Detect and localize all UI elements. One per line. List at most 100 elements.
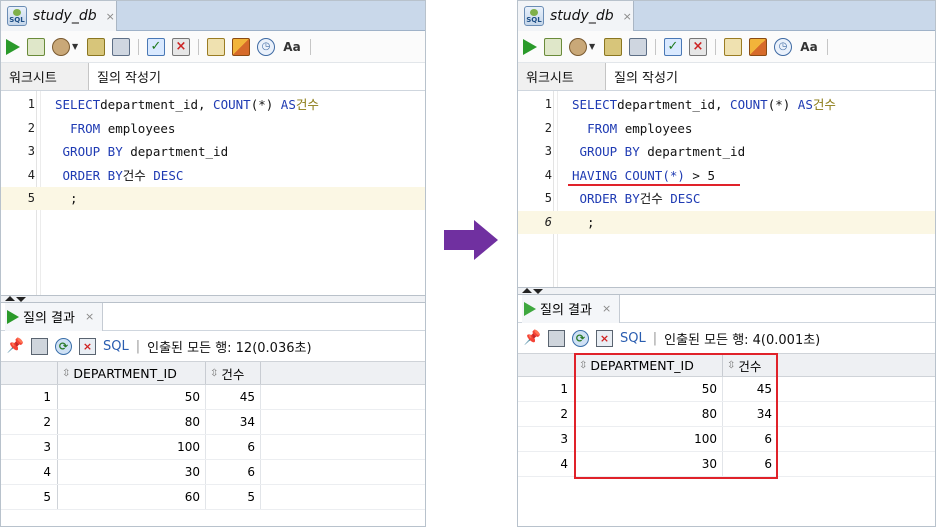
row-number-cell[interactable]: 4 (1, 460, 58, 484)
change-case-icon[interactable]: Aa (282, 38, 302, 56)
autotrace-icon[interactable]: × (689, 37, 707, 56)
code-line[interactable]: 1 SELECTdepartment_id, COUNT(*) AS건수 (518, 93, 935, 116)
commit-icon[interactable] (604, 37, 622, 56)
run-script-icon[interactable] (27, 37, 45, 56)
count-cell[interactable]: 34 (206, 410, 261, 434)
table-row[interactable]: 2 80 34 (518, 402, 935, 427)
tab-worksheet[interactable]: 워크시트 (518, 63, 606, 90)
table-row[interactable]: 4 30 6 (518, 452, 935, 477)
department-id-cell[interactable]: 100 (58, 435, 206, 459)
clear-eraser-icon[interactable] (232, 37, 250, 56)
sql-link[interactable]: SQL (620, 331, 646, 346)
table-row[interactable]: 3 100 6 (1, 435, 425, 460)
code-line[interactable]: 6 ; (518, 210, 935, 234)
row-number-cell[interactable]: 1 (1, 385, 58, 409)
tab-worksheet[interactable]: 워크시트 (1, 63, 89, 90)
tab-query-builder[interactable]: 질의 작성기 (606, 63, 692, 90)
study-db-tab[interactable]: SQL study_db × (518, 1, 634, 31)
code-line[interactable]: 2 FROM employees (518, 117, 935, 140)
close-tab-icon[interactable]: × (106, 10, 115, 23)
rollback-icon[interactable] (629, 37, 647, 56)
row-number-cell[interactable]: 4 (518, 452, 575, 476)
department-id-cell[interactable]: 50 (58, 385, 206, 409)
sql-tuning-icon[interactable] (207, 37, 225, 56)
explain-plan-icon[interactable]: ✓ (664, 37, 682, 56)
explain-plan-icon[interactable]: ✓ (147, 37, 165, 56)
run-statement-icon[interactable] (523, 38, 537, 55)
delete-icon[interactable]: × (79, 337, 96, 355)
count-cell[interactable]: 6 (723, 427, 778, 451)
run-script-icon[interactable] (544, 37, 562, 56)
count-cell[interactable]: 6 (206, 460, 261, 484)
refresh-icon[interactable]: ⟳ (572, 329, 589, 347)
change-case-icon[interactable]: Aa (799, 38, 819, 56)
chevron-down-icon[interactable]: ▼ (72, 42, 80, 51)
tab-query-result[interactable]: 질의 결과 × (5, 302, 104, 331)
result-grid[interactable]: ⇳ DEPARTMENT_ID ⇳ 건수 1 50 45 2 80 34 3 100 6 4 30 6… (1, 361, 425, 510)
column-header-department-id[interactable]: ⇳ DEPARTMENT_ID (58, 362, 206, 384)
pin-icon[interactable]: 📌 (524, 330, 541, 347)
department-id-cell[interactable]: 80 (58, 410, 206, 434)
code-line[interactable]: 3 GROUP BY department_id (1, 140, 425, 163)
code-line[interactable]: 5 ORDER BY건수 DESC (518, 187, 935, 210)
count-cell[interactable]: 34 (723, 402, 778, 426)
close-tab-icon[interactable]: × (85, 310, 94, 323)
pane-splitter[interactable] (518, 287, 935, 295)
clear-eraser-icon[interactable] (749, 37, 767, 56)
row-number-cell[interactable]: 1 (518, 377, 575, 401)
tab-query-result[interactable]: 질의 결과 × (522, 294, 621, 323)
run-statement-icon[interactable] (6, 38, 20, 55)
table-row[interactable]: 1 50 45 (518, 377, 935, 402)
count-cell[interactable]: 6 (723, 452, 778, 476)
commit-icon[interactable] (87, 37, 105, 56)
refresh-icon[interactable]: ⟳ (55, 337, 72, 355)
column-header-department-id[interactable]: ⇳ DEPARTMENT_ID (575, 354, 723, 376)
pin-icon[interactable]: 📌 (7, 338, 24, 355)
sql-history-clock-icon[interactable]: ◷ (257, 37, 275, 56)
code-line[interactable]: 2 FROM employees (1, 117, 425, 140)
count-cell[interactable]: 6 (206, 435, 261, 459)
row-number-cell[interactable]: 3 (1, 435, 58, 459)
table-row[interactable]: 5 60 5 (1, 485, 425, 510)
department-id-cell[interactable]: 80 (575, 402, 723, 426)
count-cell[interactable]: 5 (206, 485, 261, 509)
sql-history-clock-icon[interactable]: ◷ (774, 37, 792, 56)
table-row[interactable]: 4 30 6 (1, 460, 425, 485)
column-header-count[interactable]: ⇳ 건수 (206, 362, 261, 384)
column-header-count[interactable]: ⇳ 건수 (723, 354, 778, 376)
count-cell[interactable]: 45 (206, 385, 261, 409)
chevron-down-icon[interactable]: ▼ (589, 42, 597, 51)
row-number-cell[interactable]: 5 (1, 485, 58, 509)
tab-query-builder[interactable]: 질의 작성기 (89, 63, 175, 90)
department-id-cell[interactable]: 50 (575, 377, 723, 401)
database-connection-icon[interactable] (569, 37, 587, 56)
count-cell[interactable]: 45 (723, 377, 778, 401)
delete-icon[interactable]: × (596, 329, 613, 347)
row-number-cell[interactable]: 3 (518, 427, 575, 451)
code-line[interactable]: 4 HAVING COUNT(*) > 5 (518, 164, 935, 187)
code-line[interactable]: 5 ; (1, 187, 425, 210)
table-row[interactable]: 3 100 6 (518, 427, 935, 452)
result-grid[interactable]: ⇳ DEPARTMENT_ID ⇳ 건수 1 50 45 2 80 34 3 100 6 4 30 6 (518, 353, 935, 479)
sql-link[interactable]: SQL (103, 339, 129, 354)
department-id-cell[interactable]: 30 (575, 452, 723, 476)
row-number-cell[interactable]: 2 (518, 402, 575, 426)
code-line[interactable]: 1 SELECTdepartment_id, COUNT(*) AS건수 (1, 93, 425, 116)
print-icon[interactable] (31, 337, 48, 355)
print-icon[interactable] (548, 329, 565, 347)
row-number-cell[interactable]: 2 (1, 410, 58, 434)
autotrace-icon[interactable]: × (172, 37, 190, 56)
table-row[interactable]: 2 80 34 (1, 410, 425, 435)
department-id-cell[interactable]: 30 (58, 460, 206, 484)
sql-editor[interactable]: 1 SELECTdepartment_id, COUNT(*) AS건수 2 FRO… (518, 91, 935, 287)
close-tab-icon[interactable]: × (602, 302, 611, 315)
close-tab-icon[interactable]: × (623, 10, 632, 23)
department-id-cell[interactable]: 100 (575, 427, 723, 451)
study-db-tab[interactable]: SQL study_db × (1, 1, 117, 31)
table-row[interactable]: 1 50 45 (1, 385, 425, 410)
database-connection-icon[interactable] (52, 37, 70, 56)
pane-splitter[interactable] (1, 295, 425, 303)
sql-editor[interactable]: 1 SELECTdepartment_id, COUNT(*) AS건수 2 FRO… (1, 91, 425, 295)
rollback-icon[interactable] (112, 37, 130, 56)
code-line[interactable]: 4 ORDER BY건수 DESC (1, 164, 425, 187)
